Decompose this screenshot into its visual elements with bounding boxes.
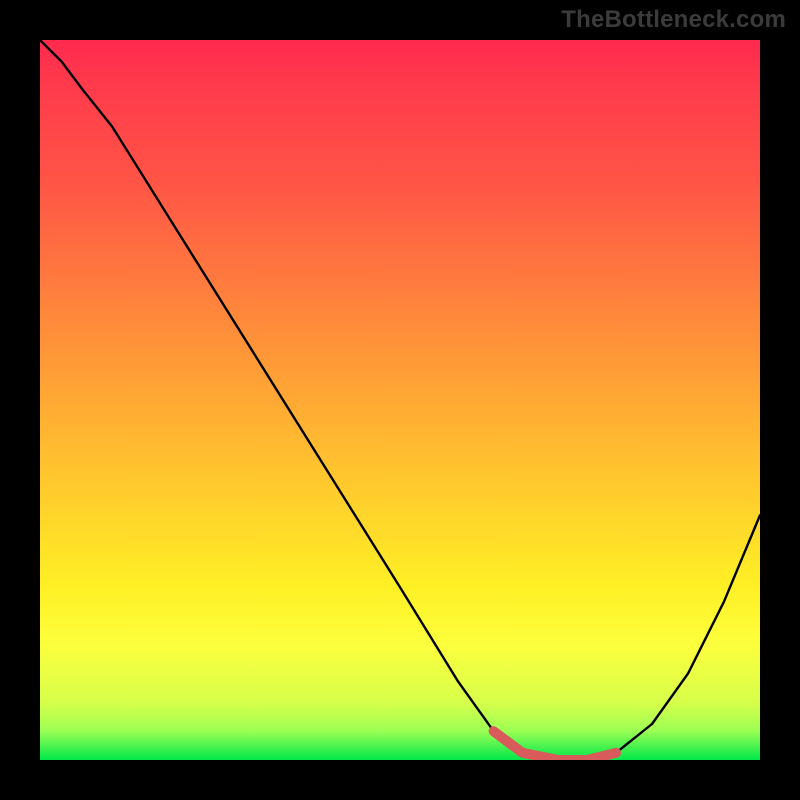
watermark-text: TheBottleneck.com <box>561 6 786 34</box>
curve-layer <box>40 40 760 760</box>
highlight-min-segment <box>494 731 616 760</box>
chart-frame: TheBottleneck.com <box>0 0 800 800</box>
bottleneck-curve <box>40 40 760 760</box>
plot-area <box>40 40 760 760</box>
